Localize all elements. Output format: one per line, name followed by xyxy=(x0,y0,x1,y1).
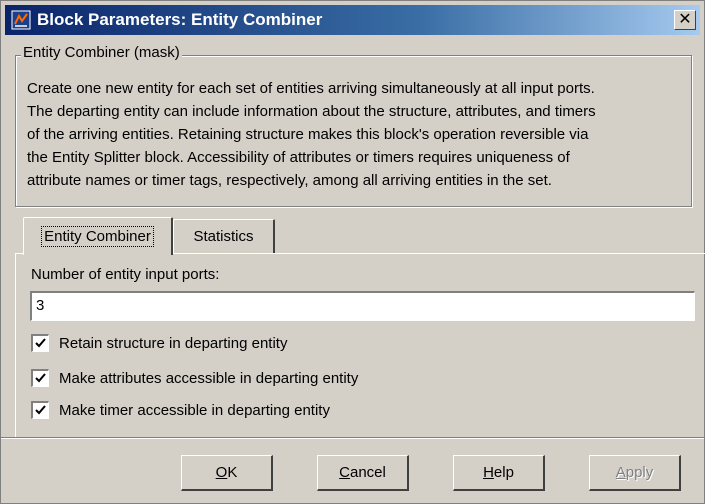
tab-statistics[interactable]: Statistics xyxy=(173,219,275,253)
retain-structure-checkbox[interactable] xyxy=(31,334,49,352)
title-bar[interactable]: Block Parameters: Entity Combiner ✕ xyxy=(5,5,700,35)
cancel-mnemonic: C xyxy=(339,464,350,481)
attributes-accessible-label: Make attributes accessible in departing … xyxy=(59,369,359,387)
close-icon: ✕ xyxy=(678,11,692,28)
description-line: The departing entity can include informa… xyxy=(27,103,596,120)
retain-structure-option[interactable]: Retain structure in departing entity xyxy=(31,334,287,352)
dialog-window: Block Parameters: Entity Combiner ✕ Enti… xyxy=(0,0,705,504)
help-button[interactable]: Help xyxy=(453,455,545,491)
description-line: attribute names or timer tags, respectiv… xyxy=(27,172,552,189)
cancel-button[interactable]: Cancel xyxy=(317,455,409,491)
timer-accessible-label: Make timer accessible in departing entit… xyxy=(59,401,330,419)
ok-label-rest: K xyxy=(227,464,238,481)
description-line: the Entity Splitter block. Accessibility… xyxy=(27,149,570,166)
attributes-accessible-checkbox[interactable] xyxy=(31,369,49,387)
apply-mnemonic: A xyxy=(615,464,626,481)
tab-entity-combiner[interactable]: Entity Combiner xyxy=(23,217,173,255)
timer-accessible-option[interactable]: Make timer accessible in departing entit… xyxy=(31,401,330,419)
apply-label-rest: pply xyxy=(625,464,654,481)
checkmark-icon xyxy=(35,338,46,348)
checkmark-icon xyxy=(35,373,46,383)
retain-structure-label: Retain structure in departing entity xyxy=(59,334,288,352)
ok-button[interactable]: OK xyxy=(181,455,273,491)
button-separator xyxy=(1,437,704,439)
input-ports-label: Number of entity input ports: xyxy=(31,266,220,283)
mask-description: Create one new entity for each set of en… xyxy=(27,77,687,192)
ok-mnemonic: O xyxy=(215,464,228,481)
help-mnemonic: H xyxy=(483,464,494,481)
group-legend: Entity Combiner (mask) xyxy=(21,44,182,61)
simulink-block-icon xyxy=(11,10,31,30)
description-line: Create one new entity for each set of en… xyxy=(27,80,595,97)
description-line: of the arriving entities. Retaining stru… xyxy=(27,126,589,143)
cancel-label-rest: ancel xyxy=(349,464,386,481)
attributes-accessible-option[interactable]: Make attributes accessible in departing … xyxy=(31,369,358,387)
apply-button[interactable]: Apply xyxy=(589,455,681,491)
tab-label: Statistics xyxy=(193,228,254,245)
close-button[interactable]: ✕ xyxy=(674,10,696,30)
tab-label: Entity Combiner xyxy=(41,226,154,247)
checkmark-icon xyxy=(35,405,46,415)
input-ports-field[interactable]: 3 xyxy=(30,291,695,321)
window-title: Block Parameters: Entity Combiner xyxy=(37,10,323,29)
help-label-rest: elp xyxy=(493,464,514,481)
timer-accessible-checkbox[interactable] xyxy=(31,401,49,419)
